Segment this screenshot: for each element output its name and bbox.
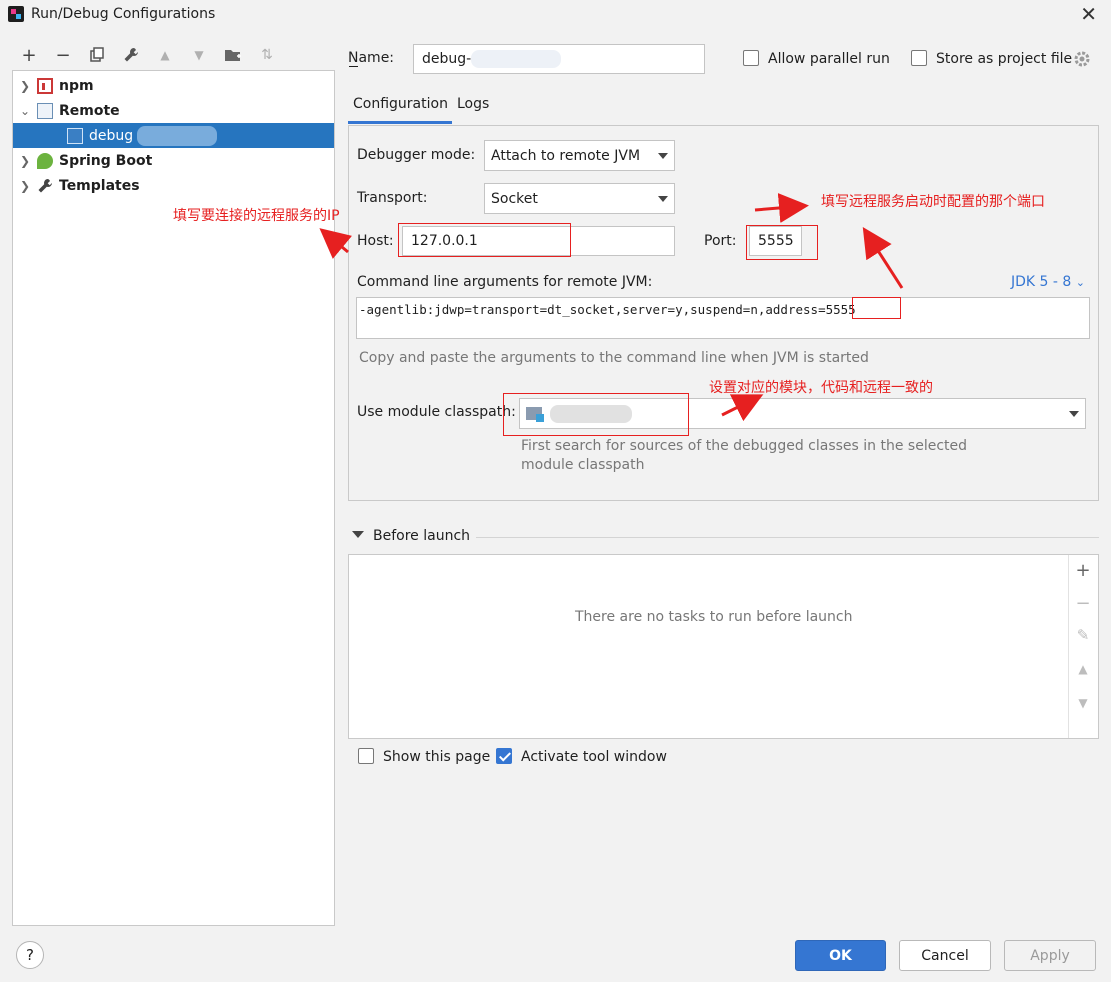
- before-launch-toolbar: [1068, 555, 1099, 738]
- help-button[interactable]: ?: [16, 941, 44, 969]
- show-this-page-label: Show this page: [383, 749, 491, 765]
- move-task-down-button[interactable]: ▼: [1072, 696, 1094, 710]
- annotation-arrows: [319, 193, 904, 422]
- ok-button[interactable]: OK: [795, 940, 886, 971]
- apply-button[interactable]: Apply: [1004, 940, 1096, 971]
- host-arrow: [319, 228, 353, 259]
- empty-tasks-text: There are no tasks to run before launch: [575, 609, 853, 625]
- collapse-triangle-icon[interactable]: [352, 531, 364, 538]
- port-arrow: [754, 193, 809, 223]
- before-launch-label: Before launch: [373, 528, 471, 544]
- add-task-button[interactable]: +: [1072, 560, 1094, 581]
- activate-tool-window-label: Activate tool window: [521, 749, 667, 765]
- address-arrow: [862, 226, 904, 289]
- edit-task-icon[interactable]: ✎: [1072, 626, 1094, 644]
- cancel-button[interactable]: Cancel: [899, 940, 991, 971]
- before-launch-list: [348, 554, 1099, 739]
- activate-tool-window-checkbox[interactable]: [496, 748, 512, 764]
- move-task-up-button[interactable]: ▲: [1072, 662, 1094, 676]
- remove-task-button[interactable]: −: [1072, 593, 1094, 614]
- module-arrow: [721, 394, 764, 422]
- show-this-page-checkbox[interactable]: [358, 748, 374, 764]
- separator: [476, 537, 1099, 538]
